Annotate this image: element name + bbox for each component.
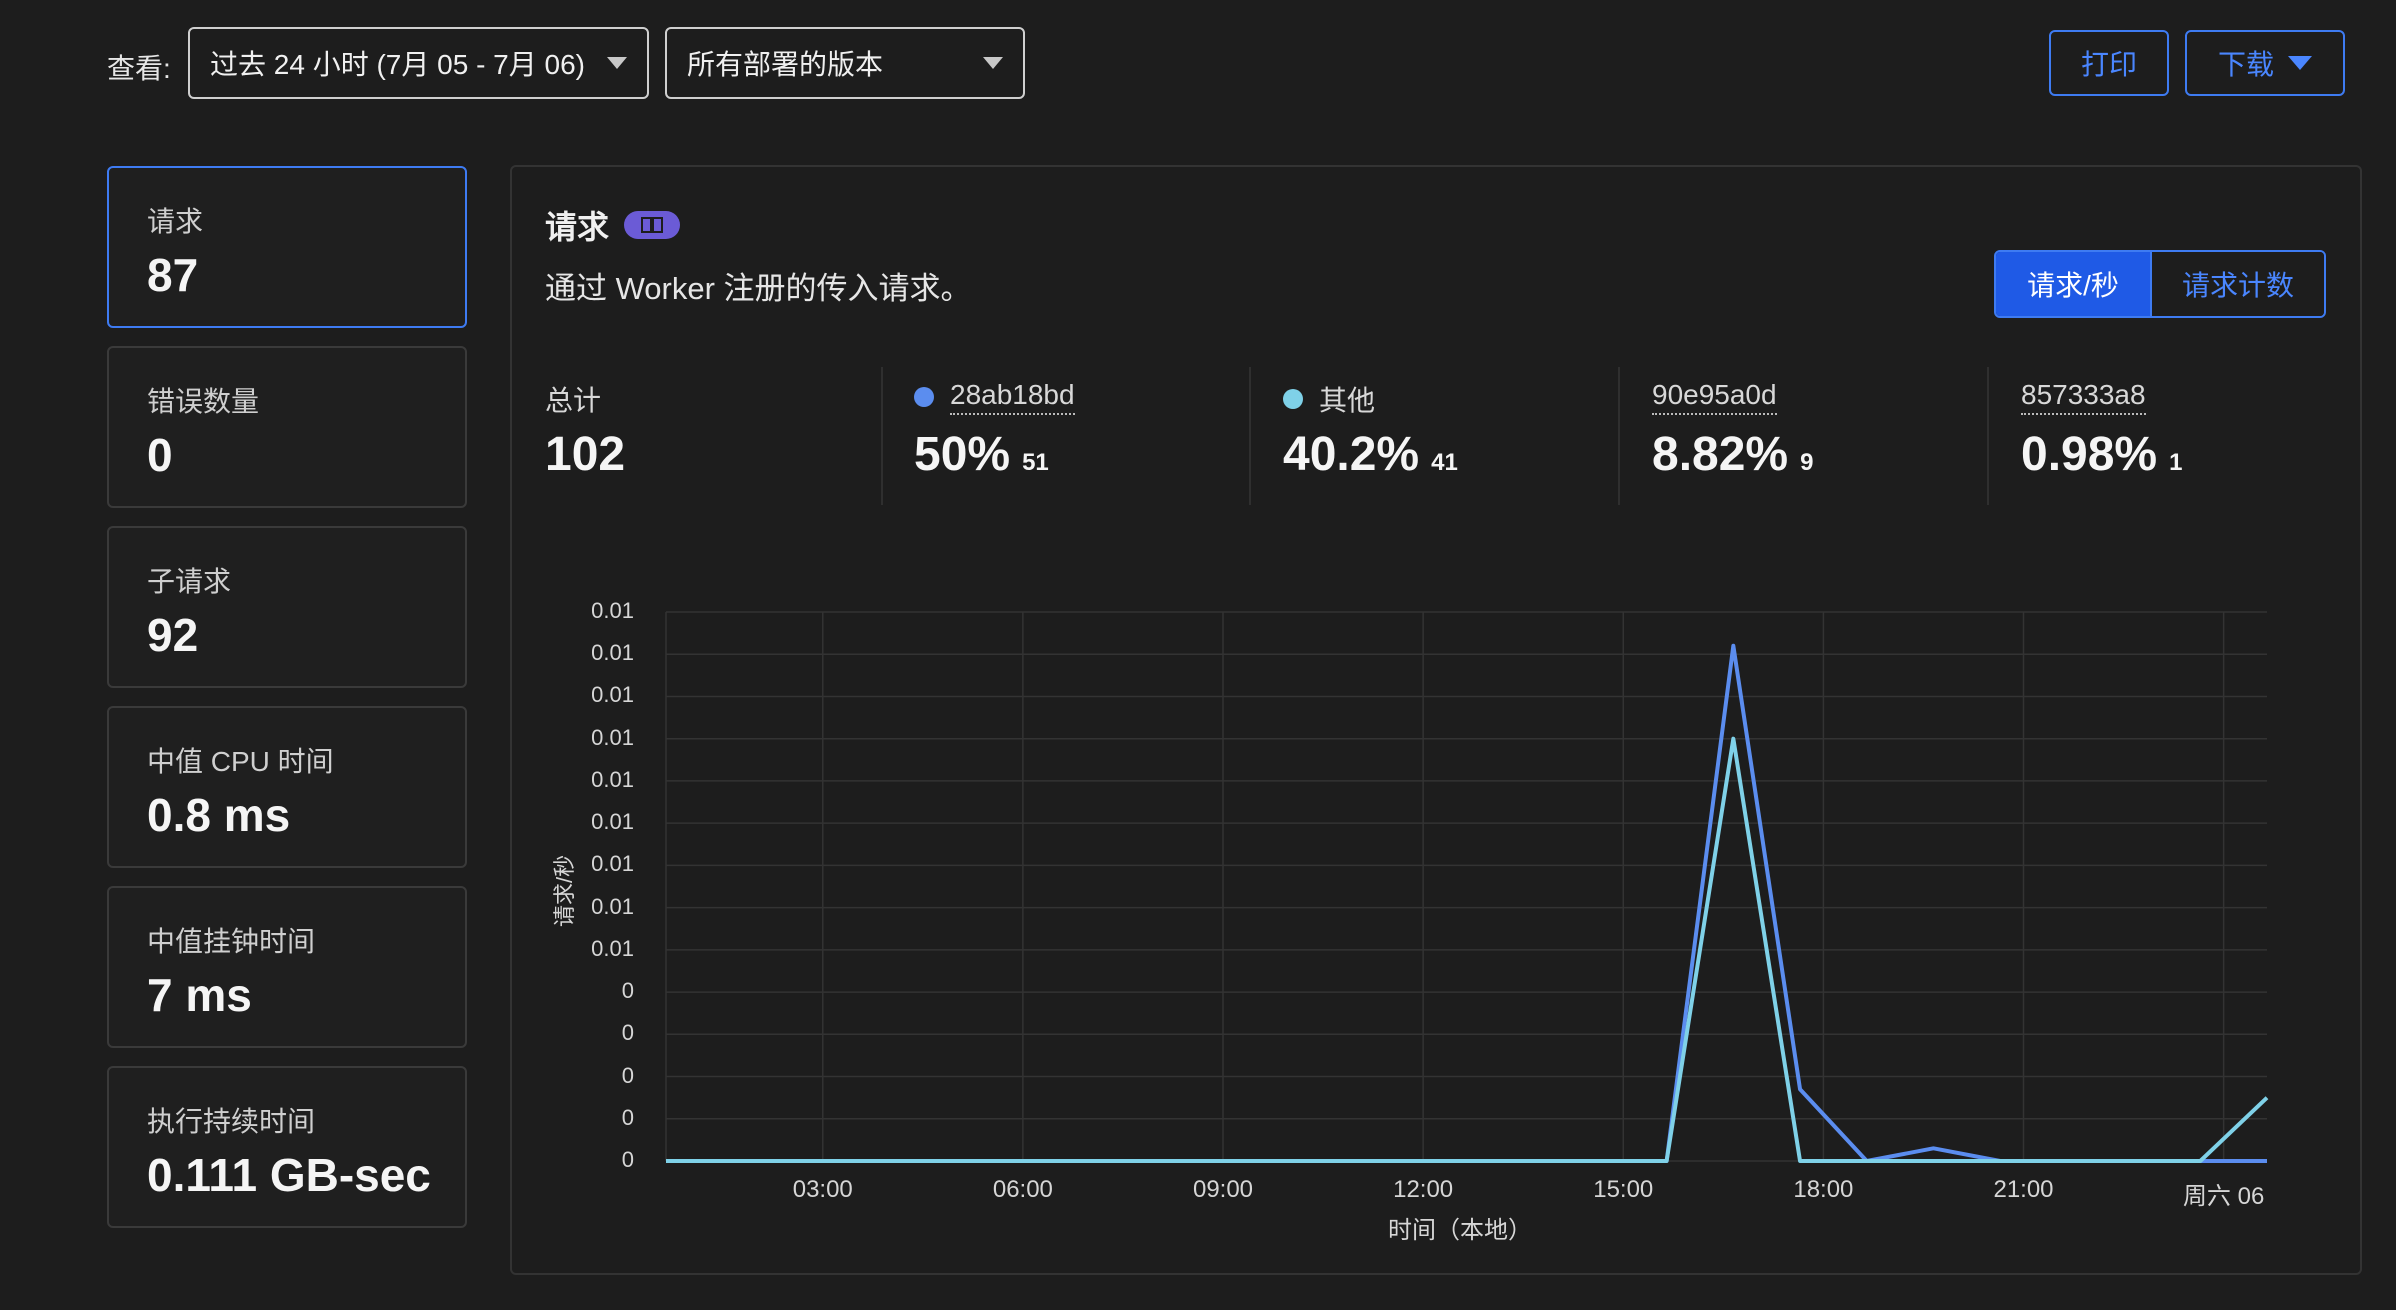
x-tick-label: 21:00 bbox=[1993, 1176, 2054, 1203]
x-tick-label: 09:00 bbox=[1192, 1176, 1254, 1203]
x-tick-label: 06:00 bbox=[992, 1176, 1053, 1203]
x-tick-label: 周六 06 bbox=[2182, 1183, 2265, 1210]
x-tick-label: 12:00 bbox=[1393, 1176, 1454, 1203]
x-axis-title: 时间（本地） bbox=[1388, 1217, 1532, 1244]
requests-chart bbox=[665, 611, 2269, 1163]
series-line-28ab18bd bbox=[666, 643, 2267, 1163]
x-tick-label: 15:00 bbox=[1593, 1176, 1654, 1203]
x-tick-label: 18:00 bbox=[1793, 1176, 1854, 1203]
x-tick-label: 03:00 bbox=[792, 1176, 853, 1203]
